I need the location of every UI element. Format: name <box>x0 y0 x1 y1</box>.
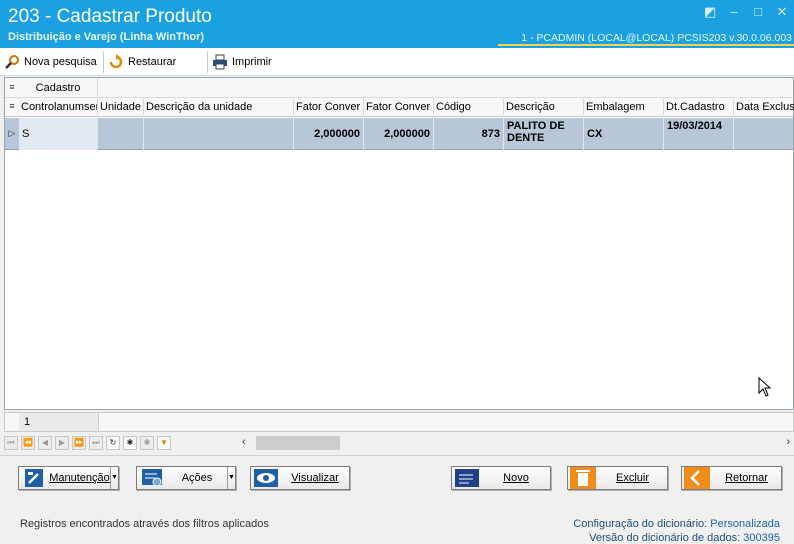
restaurar-button[interactable]: Restaurar <box>104 50 208 73</box>
grid-header: ≡ Controlanumser Unidade Descrição da un… <box>5 98 794 117</box>
maximize-icon[interactable]: □ <box>752 5 764 18</box>
novo-button[interactable]: Novo <box>451 466 551 490</box>
cell-embalagem[interactable]: CX <box>584 118 664 150</box>
manutencao-label: Manutenção <box>49 472 110 484</box>
header-indicator-icon: ≡ <box>9 101 15 111</box>
cell-unidade[interactable] <box>98 118 144 150</box>
retornar-button[interactable]: Retornar <box>681 466 782 490</box>
results-grid[interactable]: ≡ Cadastro ≡ Controlanumser Unidade Desc… <box>4 77 794 410</box>
search-icon <box>5 54 19 69</box>
version-label: Versão do dicionário de dados: <box>589 532 741 544</box>
col-data-exclusao[interactable]: Data Exclusã <box>734 98 794 117</box>
col-fator-conver-2[interactable]: Fator Conver <box>364 98 434 117</box>
window-controls: ◩ – □ ✕ <box>704 5 788 18</box>
cell-dt-cadastro[interactable]: 19/03/2014 <box>664 118 734 150</box>
visualizar-button[interactable]: Visualizar <box>250 466 350 490</box>
close-icon[interactable]: ✕ <box>776 5 788 18</box>
filter-status-text: Registros encontrados através dos filtro… <box>20 518 269 530</box>
next-page-icon[interactable]: ⏩ <box>72 436 86 450</box>
user-info: 1 - PCADMIN (LOCAL@LOCAL) PCSIS203 v.30.… <box>521 32 792 44</box>
config-label: Configuração do dicionário: <box>573 518 708 530</box>
window-subtitle: Distribuição e Varejo (Linha WinThor) <box>8 31 205 43</box>
last-page-icon[interactable]: ⏭ <box>89 436 103 450</box>
filter-icon[interactable]: ▼ <box>157 436 171 450</box>
cell-fator-conver-1[interactable]: 2,000000 <box>294 118 364 150</box>
scroll-thumb[interactable] <box>256 436 340 450</box>
scroll-left-icon[interactable]: ‹ <box>242 436 246 448</box>
record-count: 1 <box>19 413 99 431</box>
new-record-icon <box>452 467 482 489</box>
toolbar: Nova pesquisa Restaurar Imprimir <box>0 48 794 76</box>
acoes-label: Ações <box>181 472 213 484</box>
band-indicator-icon: ≡ <box>9 82 15 92</box>
status-bar: Registros encontrados através dos filtro… <box>0 508 794 544</box>
imprimir-label: Imprimir <box>232 55 272 68</box>
cell-controlanumser[interactable]: S <box>19 118 98 150</box>
trash-icon <box>568 467 598 489</box>
col-unidade[interactable]: Unidade <box>98 98 144 117</box>
prev-record-icon[interactable]: ◀ <box>38 436 52 450</box>
excluir-button[interactable]: Excluir <box>567 466 668 490</box>
window-title: 203 - Cadastrar Produto <box>8 6 212 27</box>
dictionary-version: Versão do dicionário de dados: 300395 <box>589 532 780 544</box>
cell-data-exclusao[interactable] <box>734 118 794 150</box>
col-codigo[interactable]: Código <box>434 98 504 117</box>
nova-pesquisa-button[interactable]: Nova pesquisa <box>0 50 104 73</box>
asterisk-icon[interactable]: ✱ <box>123 436 137 450</box>
restaurar-label: Restaurar <box>128 55 177 68</box>
chevron-down-icon[interactable]: ▼ <box>110 467 118 489</box>
col-fator-conver-1[interactable]: Fator Conver <box>294 98 364 117</box>
col-descricao[interactable]: Descrição <box>504 98 584 117</box>
excluir-label: Excluir <box>615 472 649 484</box>
mouse-pointer-icon <box>758 377 772 397</box>
table-row[interactable]: ▷ S 2,000000 2,000000 873 PALITO DE DENT… <box>5 118 793 150</box>
col-controlanumser[interactable]: Controlanumser <box>19 98 98 117</box>
asterisk-alt-icon[interactable]: ✱ <box>140 436 154 450</box>
chevron-down-icon[interactable]: ▼ <box>227 467 235 489</box>
scroll-right-icon[interactable]: › <box>786 436 790 448</box>
cell-fator-conver-2[interactable]: 2,000000 <box>364 118 434 150</box>
actions-icon <box>137 467 167 489</box>
nova-pesquisa-label: Nova pesquisa <box>24 55 97 68</box>
cell-descricao-unidade[interactable] <box>144 118 294 150</box>
row-pointer-icon: ▷ <box>8 128 16 138</box>
retornar-label: Retornar <box>725 472 768 484</box>
accent-line <box>498 44 794 46</box>
imprimir-button[interactable]: Imprimir <box>208 51 278 73</box>
col-descricao-unidade[interactable]: Descrição da unidade <box>144 98 294 117</box>
divider <box>0 455 794 456</box>
refresh-icon[interactable]: ↻ <box>106 436 120 450</box>
grid-band-row: ≡ Cadastro <box>5 78 793 98</box>
horizontal-scrollbar[interactable]: ‹ › <box>240 433 794 453</box>
eye-icon <box>251 467 281 489</box>
dictionary-config: Configuração do dicionário: Personalizad… <box>573 518 780 530</box>
acoes-button[interactable]: Ações ▼ <box>136 466 236 490</box>
refresh-icon <box>109 53 123 68</box>
band-cadastro: Cadastro <box>19 78 98 98</box>
back-icon <box>682 467 712 489</box>
grid-footer: 1 <box>4 412 794 432</box>
next-record-icon[interactable]: ▶ <box>55 436 69 450</box>
printer-icon <box>213 54 227 69</box>
resize-icon[interactable]: ◩ <box>704 5 716 18</box>
minimize-icon[interactable]: – <box>728 5 740 18</box>
title-bar: 203 - Cadastrar Produto Distribuição e V… <box>0 0 794 48</box>
col-embalagem[interactable]: Embalagem <box>584 98 664 117</box>
manutencao-button[interactable]: Manutenção ▼ <box>18 466 119 490</box>
novo-label: Novo <box>503 472 529 484</box>
first-page-icon[interactable]: ⏮ <box>4 436 18 450</box>
grid-navigator: ⏮ ⏪ ◀ ▶ ⏩ ⏭ ↻ ✱ ✱ ▼ ‹ › <box>4 433 794 453</box>
visualizar-label: Visualizar <box>291 472 339 484</box>
cell-codigo[interactable]: 873 <box>434 118 504 150</box>
version-value: 300395 <box>743 532 780 544</box>
config-value: Personalizada <box>710 518 780 530</box>
maintenance-icon <box>19 467 49 489</box>
col-dt-cadastro[interactable]: Dt.Cadastro <box>664 98 734 117</box>
cell-descricao[interactable]: PALITO DE DENTE <box>504 118 584 150</box>
prev-page-icon[interactable]: ⏪ <box>21 436 35 450</box>
